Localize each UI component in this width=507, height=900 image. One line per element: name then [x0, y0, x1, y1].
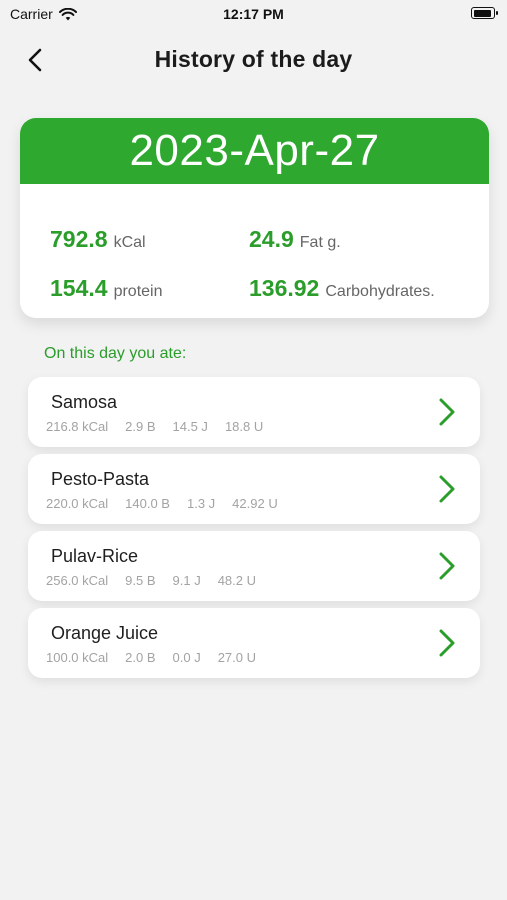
food-name: Pulav-Rice	[51, 546, 139, 566]
date-banner: 2023-Apr-27	[20, 118, 489, 184]
food-macros: 216.8 kCal 2.9 B 14.5 J 18.8 U	[46, 419, 280, 434]
macro-u: 18.8 U	[224, 419, 264, 434]
macro-kcal: 216.8 kCal	[46, 419, 109, 434]
macro-b: 2.9 B	[125, 419, 156, 434]
kcal-stat: 792.8 kCal	[50, 226, 146, 253]
macro-j: 9.1 J	[172, 573, 201, 588]
macro-b: 2.0 B	[125, 650, 156, 665]
chevron-right-icon	[439, 629, 455, 657]
macro-j: 0.0 J	[172, 650, 201, 665]
food-item-orange-juice[interactable]: Orange Juice 100.0 kCal 2.0 B 0.0 J 27.0…	[28, 608, 480, 678]
food-item-pulav-rice[interactable]: Pulav-Rice 256.0 kCal 9.5 B 9.1 J 48.2 U	[28, 531, 480, 601]
kcal-unit: kCal	[113, 234, 146, 251]
fat-unit: Fat g.	[299, 234, 341, 251]
macro-u: 27.0 U	[217, 650, 257, 665]
macro-u: 42.92 U	[232, 496, 278, 511]
kcal-value: 792.8	[50, 226, 108, 252]
food-item-samosa[interactable]: Samosa 216.8 kCal 2.9 B 14.5 J 18.8 U	[28, 377, 480, 447]
macro-kcal: 256.0 kCal	[46, 573, 109, 588]
daily-summary-card: 2023-Apr-27 792.8 kCal 24.9 Fat g. 154.4…	[20, 118, 489, 318]
carbs-unit: Carbohydrates.	[325, 283, 435, 300]
fat-value: 24.9	[249, 226, 294, 252]
fat-stat: 24.9 Fat g.	[249, 226, 341, 253]
protein-value: 154.4	[50, 275, 108, 301]
carbs-value: 136.92	[249, 275, 320, 301]
food-name: Pesto-Pasta	[51, 469, 150, 489]
macro-u: 48.2 U	[217, 573, 257, 588]
macro-j: 1.3 J	[186, 496, 216, 511]
nav-header: History of the day	[0, 40, 507, 80]
battery-icon	[471, 7, 498, 19]
food-macros: 100.0 kCal 2.0 B 0.0 J 27.0 U	[46, 650, 273, 665]
food-item-pesto-pasta[interactable]: Pesto-Pasta 220.0 kCal 140.0 B 1.3 J 42.…	[28, 454, 480, 524]
macro-j: 14.5 J	[172, 419, 208, 434]
carbs-stat: 136.92 Carbohydrates.	[249, 275, 435, 302]
food-name: Samosa	[51, 392, 118, 412]
status-bar: Carrier 12:17 PM	[0, 0, 507, 30]
chevron-right-icon	[439, 552, 455, 580]
protein-stat: 154.4 protein	[50, 275, 162, 302]
chevron-right-icon	[439, 398, 455, 426]
chevron-right-icon	[439, 475, 455, 503]
page-title: History of the day	[154, 46, 353, 72]
protein-unit: protein	[113, 283, 163, 300]
section-label: On this day you ate:	[44, 345, 187, 362]
macro-b: 140.0 B	[125, 496, 170, 511]
food-name: Orange Juice	[51, 623, 159, 643]
macro-kcal: 100.0 kCal	[46, 650, 109, 665]
macro-b: 9.5 B	[125, 573, 156, 588]
food-macros: 220.0 kCal 140.0 B 1.3 J 42.92 U	[46, 496, 295, 511]
status-time: 12:17 PM	[223, 6, 284, 22]
macro-kcal: 220.0 kCal	[46, 496, 109, 511]
food-macros: 256.0 kCal 9.5 B 9.1 J 48.2 U	[46, 573, 273, 588]
